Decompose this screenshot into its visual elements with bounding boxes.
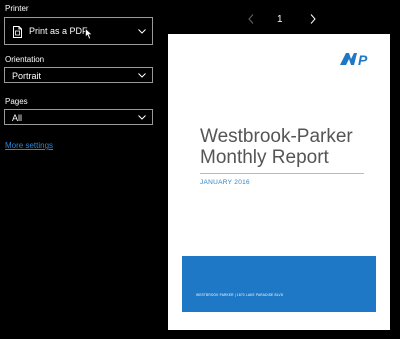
orientation-value: Portrait (12, 71, 42, 81)
footer-band-text: WESTBROOK PARKER | 1870 LAKE PARADISE BL… (196, 293, 284, 297)
printer-value: Print as a PDF (29, 26, 88, 36)
chevron-down-icon (138, 73, 146, 78)
report-title-line-2: Monthly Report (200, 147, 329, 168)
printer-select[interactable]: Print as a PDF (4, 17, 153, 45)
chevron-down-icon (138, 29, 146, 34)
report-title: Westbrook-Parker Monthly Report (200, 126, 353, 168)
company-logo: P (340, 51, 376, 72)
pages-select[interactable]: All (4, 109, 153, 125)
svg-text:P: P (358, 52, 368, 67)
page-number: 1 (277, 14, 283, 25)
pdf-printer-icon (13, 25, 22, 43)
report-title-line-1: Westbrook-Parker (200, 126, 353, 147)
previous-page-icon[interactable] (248, 14, 254, 24)
pages-label: Pages (5, 97, 28, 106)
printer-label: Printer (5, 4, 29, 13)
report-date: JANUARY 2016 (200, 179, 250, 186)
title-divider (200, 173, 364, 174)
orientation-label: Orientation (5, 55, 45, 64)
next-page-icon[interactable] (310, 14, 316, 24)
footer-band: WESTBROOK PARKER | 1870 LAKE PARADISE BL… (182, 256, 376, 312)
pages-value: All (12, 113, 23, 123)
orientation-select[interactable]: Portrait (4, 67, 153, 83)
mouse-cursor-icon (85, 28, 93, 40)
chevron-down-icon (138, 115, 146, 120)
more-settings-link[interactable]: More settings (5, 141, 53, 150)
print-preview-page: P Westbrook-Parker Monthly Report JANUAR… (168, 34, 390, 330)
